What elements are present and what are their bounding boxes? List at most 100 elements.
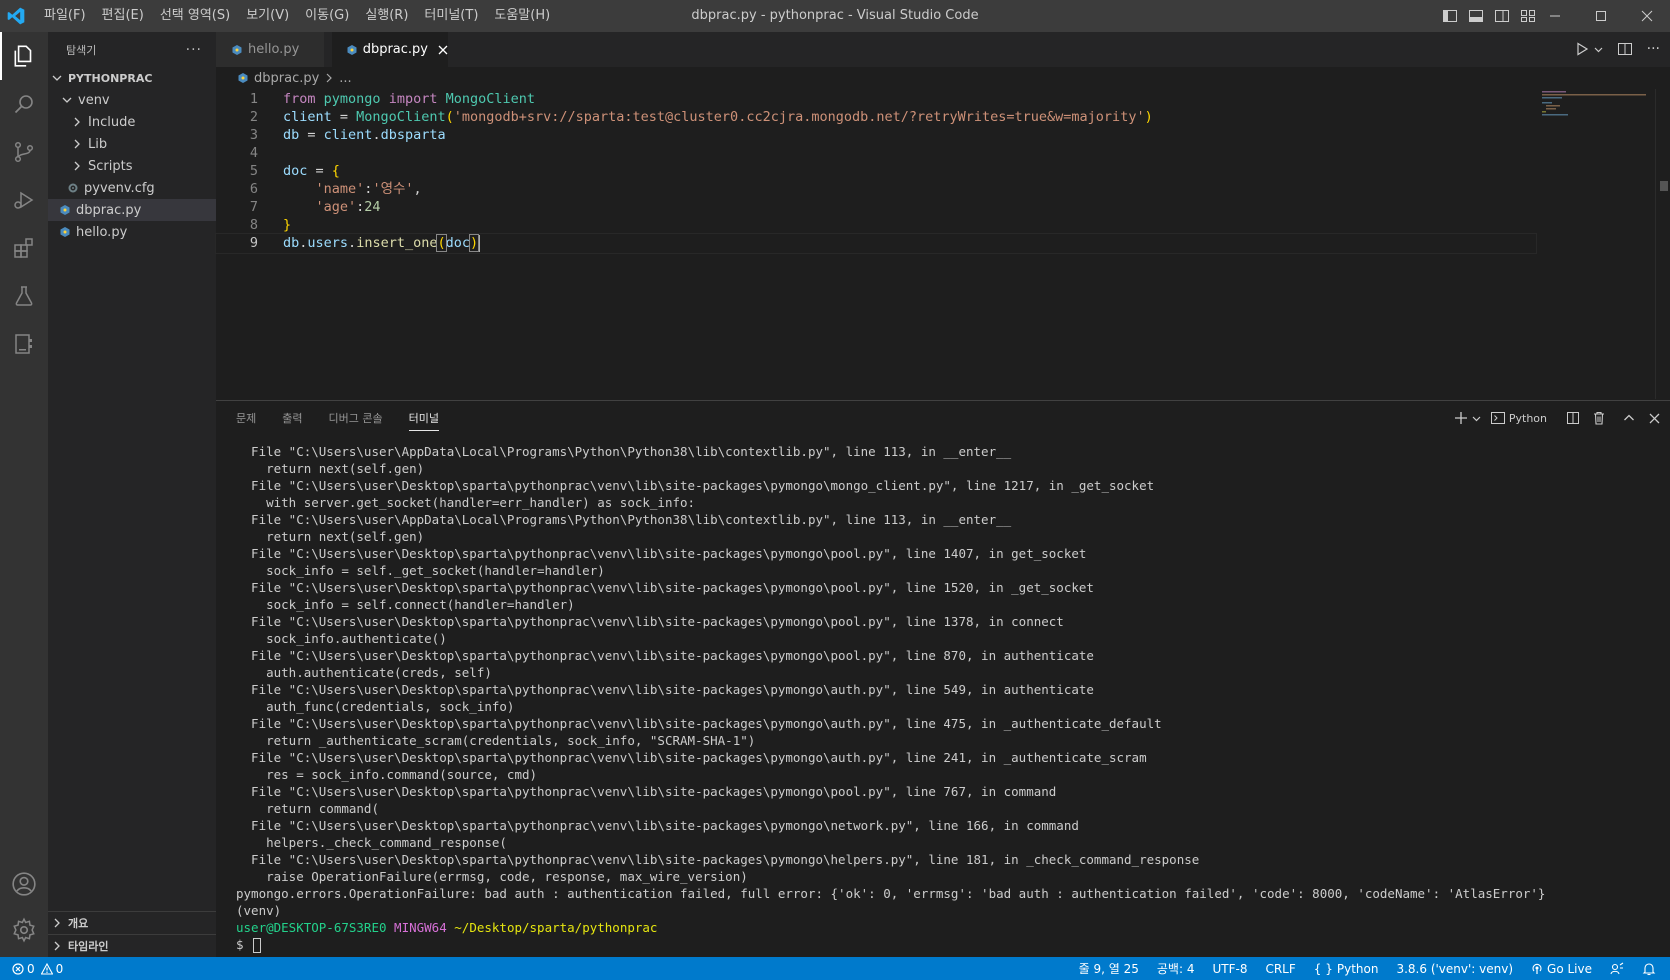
chevron-down-icon bbox=[50, 73, 64, 83]
go-live-label: Go Live bbox=[1547, 961, 1592, 976]
run-debug-icon[interactable] bbox=[0, 176, 48, 224]
terminal-line: sock_info.authenticate() bbox=[236, 631, 447, 646]
editor-actions: ··· bbox=[1574, 41, 1660, 57]
minimize-button[interactable] bbox=[1532, 0, 1578, 32]
close-panel-icon[interactable] bbox=[1649, 413, 1660, 424]
terminal-line: return next(self.gen) bbox=[236, 461, 425, 476]
tab-output[interactable]: 출력 bbox=[282, 401, 302, 437]
menu-view[interactable]: 보기(V) bbox=[238, 0, 297, 32]
extensions-icon[interactable] bbox=[0, 224, 48, 272]
code-editor[interactable]: 1 from pymongo import MongoClient 2 clie… bbox=[215, 89, 1670, 399]
terminal-line: File "C:\Users\user\Desktop\sparta\pytho… bbox=[236, 682, 1094, 697]
terminal-profile-selector[interactable]: Python bbox=[1490, 411, 1547, 425]
maximize-panel-chevron-up-icon[interactable] bbox=[1623, 412, 1635, 424]
source-control-icon[interactable] bbox=[0, 128, 48, 176]
file-encoding[interactable]: UTF-8 bbox=[1212, 962, 1247, 976]
tree-item-scripts[interactable]: Scripts bbox=[48, 155, 216, 177]
line-number: 3 bbox=[249, 127, 258, 143]
tree-item-venv[interactable]: venv bbox=[48, 89, 216, 111]
account-icon[interactable] bbox=[0, 860, 48, 908]
tree-item-lib[interactable]: Lib bbox=[48, 133, 216, 155]
menu-edit[interactable]: 편집(E) bbox=[94, 0, 152, 32]
python-interpreter[interactable]: 3.8.6 ('venv': venv) bbox=[1396, 962, 1513, 976]
feedback-icon[interactable] bbox=[1610, 962, 1624, 976]
terminal-dropdown-chevron-icon[interactable] bbox=[1472, 414, 1481, 423]
explorer-sidebar: 탐색기 ··· PYTHONPRAC venv Include Lib Scri… bbox=[48, 32, 216, 957]
menu-go[interactable]: 이동(G) bbox=[297, 0, 357, 32]
split-editor-icon[interactable] bbox=[1617, 41, 1633, 57]
minimap[interactable] bbox=[1542, 89, 1652, 129]
run-dropdown-chevron-icon[interactable] bbox=[1594, 45, 1603, 54]
terminal-line: with server.get_socket(handler=err_handl… bbox=[236, 495, 696, 510]
terminal-output[interactable]: File "C:\Users\user\AppData\Local\Progra… bbox=[236, 443, 1650, 953]
explorer-root-folder[interactable]: PYTHONPRAC bbox=[48, 67, 216, 89]
tab-hello-py[interactable]: hello.py bbox=[216, 32, 324, 67]
terminal-line: File "C:\Users\user\AppData\Local\Progra… bbox=[236, 512, 1012, 527]
remote-explorer-icon[interactable] bbox=[0, 320, 48, 368]
terminal-input-line[interactable]: $ bbox=[236, 936, 1650, 953]
close-window-button[interactable] bbox=[1624, 0, 1670, 32]
code-line: 4 bbox=[216, 144, 1536, 163]
indentation[interactable]: 공백: 4 bbox=[1157, 960, 1195, 977]
sidebar-header: 탐색기 ··· bbox=[48, 32, 216, 67]
tree-item-include[interactable]: Include bbox=[48, 111, 216, 133]
chevron-down-icon bbox=[60, 95, 74, 105]
line-number: 8 bbox=[249, 217, 258, 233]
toggle-panel-icon[interactable] bbox=[1468, 8, 1484, 24]
outline-section[interactable]: 개요 bbox=[48, 911, 216, 934]
terminal-line: helpers._check_command_response( bbox=[236, 835, 507, 850]
tab-label: dbprac.py bbox=[362, 42, 428, 57]
breadcrumb-symbols[interactable]: ... bbox=[339, 71, 351, 86]
toggle-secondary-sidebar-icon[interactable] bbox=[1494, 8, 1510, 24]
terminal-line: auth_func(credentials, sock_info) bbox=[236, 699, 515, 714]
more-actions-icon[interactable]: ··· bbox=[1647, 41, 1660, 57]
editor-scrollbar[interactable] bbox=[1655, 89, 1670, 399]
more-actions-icon[interactable]: ··· bbox=[186, 42, 202, 58]
timeline-section[interactable]: 타임라인 bbox=[48, 934, 216, 957]
tab-problems[interactable]: 문제 bbox=[236, 401, 256, 437]
menu-help[interactable]: 도움말(H) bbox=[486, 0, 558, 32]
prompt-shell: MINGW64 bbox=[394, 920, 447, 935]
tree-item-hello-py[interactable]: hello.py bbox=[48, 221, 216, 243]
cursor-position[interactable]: 줄 9, 열 25 bbox=[1079, 960, 1139, 977]
menu-terminal[interactable]: 터미널(T) bbox=[416, 0, 486, 32]
line-number: 6 bbox=[249, 181, 258, 197]
maximize-button[interactable] bbox=[1578, 0, 1624, 32]
go-live-button[interactable]: Go Live bbox=[1531, 962, 1592, 976]
toggle-sidebar-icon[interactable] bbox=[1442, 8, 1458, 24]
python-file-icon bbox=[346, 44, 359, 56]
settings-gear-icon[interactable] bbox=[0, 906, 48, 954]
tab-debug-console[interactable]: 디버그 콘솔 bbox=[329, 401, 383, 437]
menu-file[interactable]: 파일(F) bbox=[36, 0, 94, 32]
close-tab-icon[interactable] bbox=[438, 45, 448, 55]
status-left: 0 0 bbox=[12, 957, 63, 980]
terminal-line: File "C:\Users\user\Desktop\sparta\pytho… bbox=[236, 546, 1087, 561]
line-number: 7 bbox=[249, 199, 258, 215]
split-terminal-icon[interactable] bbox=[1565, 410, 1581, 426]
line-content: doc = { bbox=[283, 163, 340, 179]
terminal-line: sock_info = self.connect(handler=handler… bbox=[236, 597, 575, 612]
terminal-cursor bbox=[253, 938, 262, 953]
kill-terminal-trash-icon[interactable] bbox=[1591, 410, 1607, 426]
explorer-icon[interactable] bbox=[0, 32, 48, 80]
error-count: 0 bbox=[27, 961, 35, 976]
menu-selection[interactable]: 선택 영역(S) bbox=[152, 0, 238, 32]
breadcrumb-file[interactable]: dbprac.py bbox=[254, 71, 319, 86]
language-mode[interactable]: { } Python bbox=[1314, 962, 1379, 976]
new-terminal-plus-icon[interactable] bbox=[1454, 411, 1468, 425]
notifications-bell-icon[interactable] bbox=[1642, 962, 1656, 976]
run-python-file-icon[interactable] bbox=[1574, 41, 1590, 57]
line-number: 2 bbox=[249, 109, 258, 125]
tree-item-dbprac-py[interactable]: dbprac.py bbox=[48, 199, 216, 221]
testing-flask-icon[interactable] bbox=[0, 272, 48, 320]
end-of-line[interactable]: CRLF bbox=[1265, 962, 1295, 976]
code-line: 1 from pymongo import MongoClient bbox=[216, 90, 1536, 109]
terminal-line: File "C:\Users\user\Desktop\sparta\pytho… bbox=[236, 716, 1162, 731]
line-content: db.users.insert_one(doc) bbox=[283, 234, 481, 252]
problems-status[interactable]: 0 0 bbox=[12, 962, 63, 976]
menu-run[interactable]: 실행(R) bbox=[357, 0, 416, 32]
search-icon[interactable] bbox=[0, 80, 48, 128]
tree-item-pyvenv-cfg[interactable]: pyvenv.cfg bbox=[48, 177, 216, 199]
tab-terminal[interactable]: 터미널 bbox=[408, 401, 440, 437]
tab-dbprac-py[interactable]: dbprac.py bbox=[332, 32, 448, 67]
